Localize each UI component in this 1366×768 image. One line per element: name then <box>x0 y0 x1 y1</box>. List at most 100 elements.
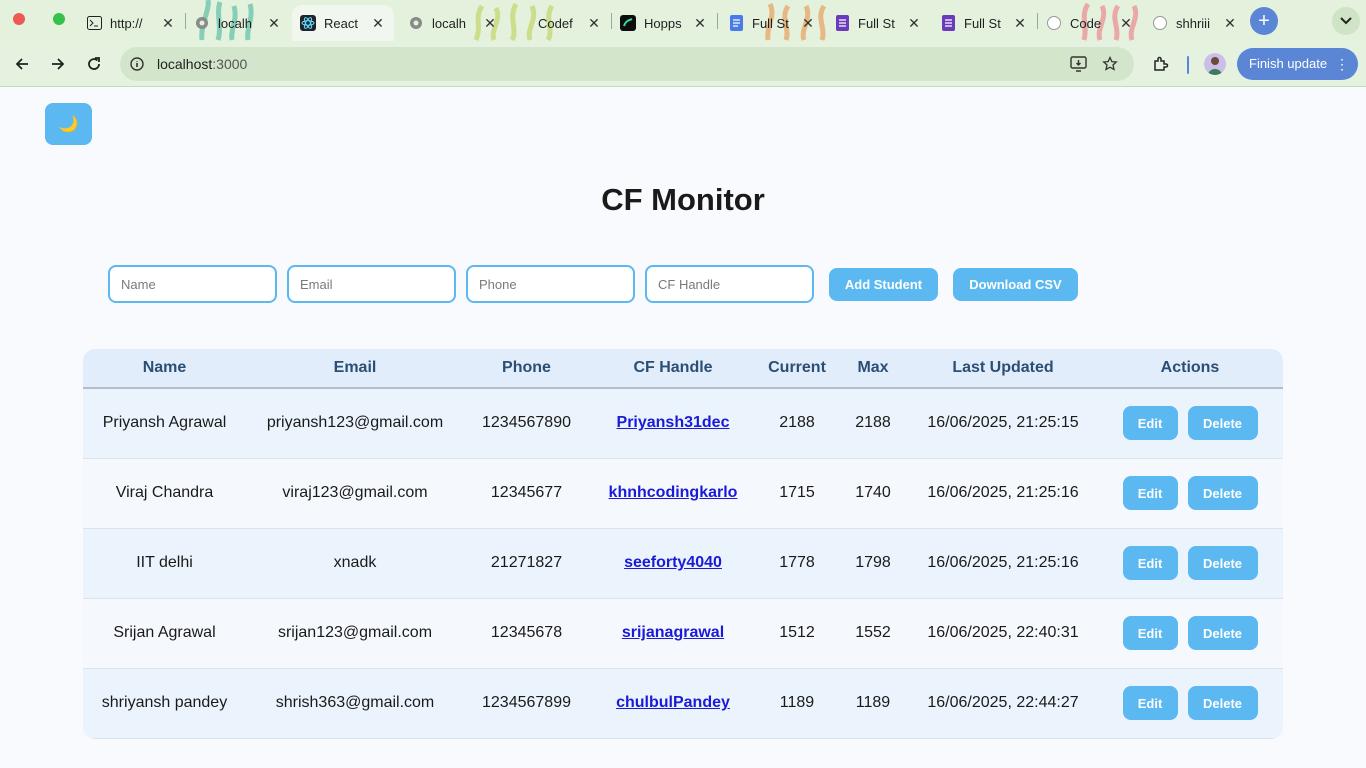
browser-tab[interactable]: Full St ✕ <box>720 5 824 41</box>
forms-icon <box>940 15 956 31</box>
cell-name: Srijan Agrawal <box>113 624 216 641</box>
cell-cf-handle: srijanagrawal <box>589 598 757 668</box>
close-icon[interactable]: ✕ <box>1012 15 1028 31</box>
install-app-icon[interactable] <box>1070 56 1088 72</box>
tab-title: shhriii <box>1176 15 1210 31</box>
cell-max-rating: 1740 <box>855 484 891 501</box>
edit-button[interactable]: Edit <box>1122 406 1178 441</box>
info-icon[interactable] <box>130 57 144 71</box>
edit-button[interactable]: Edit <box>1122 476 1178 510</box>
forward-button[interactable] <box>46 52 70 76</box>
table-row: Priyansh Agrawal priyansh123@gmail.com 1… <box>83 388 1283 458</box>
delete-button[interactable]: Delete <box>1187 476 1258 510</box>
browser-tab[interactable]: localh ✕ <box>186 5 290 41</box>
arrow-right-icon <box>52 58 65 70</box>
tab-search-button[interactable] <box>1332 7 1360 35</box>
browser-tab[interactable]: Code ✕ <box>1038 5 1142 41</box>
cf-handle-link[interactable]: Priyansh31dec <box>617 414 730 431</box>
table-header-row: Name Email Phone CF Handle Current Max L… <box>83 349 1283 388</box>
table-row: Viraj Chandra viraj123@gmail.com 1234567… <box>83 458 1283 528</box>
column-header-phone: Phone <box>502 359 551 376</box>
browser-tab[interactable]: Full St ✕ <box>932 5 1036 41</box>
browser-tab-active[interactable]: React ✕ <box>292 5 394 41</box>
page-title: CF Monitor <box>601 182 765 217</box>
tab-title: http:// <box>110 15 143 31</box>
moon-icon: 🌙 <box>58 116 79 133</box>
edit-button[interactable]: Edit <box>1122 546 1178 580</box>
tab-title: Code <box>1070 15 1102 31</box>
cell-phone: 12345677 <box>490 484 563 501</box>
bookmark-star-icon[interactable] <box>1102 56 1118 72</box>
finish-update-button[interactable]: Finish update ⋮ <box>1237 48 1358 80</box>
globe-icon <box>408 15 424 31</box>
tab-title: React <box>324 15 358 31</box>
avatar[interactable] <box>1204 53 1226 75</box>
browser-tab[interactable]: localh ✕ <box>400 5 506 41</box>
reload-button[interactable] <box>82 52 106 76</box>
theme-toggle-button[interactable]: 🌙 <box>45 103 92 145</box>
students-table: Name Email Phone CF Handle Current Max L… <box>83 349 1283 739</box>
cell-current-rating: 1189 <box>779 694 815 711</box>
cell-current-rating: 1778 <box>779 554 815 571</box>
browser-tab[interactable]: Full St ✕ <box>826 5 930 41</box>
window-maximize-button[interactable] <box>53 13 65 25</box>
more-vert-icon[interactable]: ⋮ <box>1335 48 1349 80</box>
new-tab-button[interactable]: + <box>1250 7 1278 35</box>
cell-phone: 12345678 <box>490 624 563 641</box>
column-header-actions: Actions <box>1160 359 1220 376</box>
cell-current-rating: 2188 <box>779 414 815 432</box>
table-row: shriyansh pandey shrish363@gmail.com 123… <box>83 668 1283 738</box>
delete-button[interactable]: Delete <box>1187 616 1258 650</box>
cell-email: priyansh123@gmail.com <box>266 414 444 432</box>
cell-phone: 21271827 <box>490 554 563 571</box>
browser-tab[interactable]: http:// ✕ <box>78 5 184 41</box>
cf-handle-link[interactable]: khnhcodingkarlo <box>609 484 738 501</box>
address-bar[interactable]: localhost:3000 <box>120 47 1134 81</box>
column-header-max: Max <box>857 359 889 376</box>
cf-handle-input[interactable] <box>645 265 814 303</box>
close-icon[interactable]: ✕ <box>1118 15 1134 31</box>
window-close-button[interactable] <box>13 13 25 25</box>
delete-button[interactable]: Delete <box>1187 686 1258 720</box>
browser-tab[interactable]: Codef ✕ <box>506 5 610 41</box>
edit-button[interactable]: Edit <box>1122 616 1178 650</box>
cell-name: IIT delhi <box>136 554 193 571</box>
close-icon[interactable]: ✕ <box>692 15 708 31</box>
close-icon[interactable]: ✕ <box>370 15 386 31</box>
delete-button[interactable]: Delete <box>1187 546 1258 580</box>
browser-tab-strip: http:// ✕ localh ✕ React ✕ localh ✕ Code… <box>0 0 1366 41</box>
close-icon[interactable]: ✕ <box>586 15 602 31</box>
close-icon[interactable]: ✕ <box>160 15 176 31</box>
close-icon[interactable]: ✕ <box>1222 15 1238 31</box>
tab-title: Hopps <box>644 15 682 31</box>
delete-button[interactable]: Delete <box>1187 406 1258 441</box>
cell-name: Viraj Chandra <box>115 484 214 501</box>
close-icon[interactable]: ✕ <box>906 15 922 31</box>
cf-handle-link[interactable]: seeforty4040 <box>624 554 722 571</box>
extensions-button[interactable] <box>1149 52 1173 76</box>
download-csv-button[interactable]: Download CSV <box>953 268 1078 301</box>
close-icon[interactable]: ✕ <box>482 15 498 31</box>
cf-handle-link[interactable]: chulbulPandey <box>616 694 730 711</box>
puzzle-icon <box>1154 56 1169 71</box>
cell-email: viraj123@gmail.com <box>282 484 428 501</box>
browser-tab[interactable]: shhriii ✕ <box>1144 5 1246 41</box>
phone-input[interactable] <box>466 265 635 303</box>
cf-handle-link[interactable]: srijanagrawal <box>622 624 724 641</box>
close-icon[interactable]: ✕ <box>266 15 282 31</box>
close-icon[interactable]: ✕ <box>800 15 816 31</box>
browser-tab[interactable]: Hopps ✕ <box>612 5 716 41</box>
students-table-container: Name Email Phone CF Handle Current Max L… <box>83 349 1283 739</box>
cell-cf-handle: Priyansh31dec <box>589 388 757 458</box>
address-url: localhost:3000 <box>157 56 247 72</box>
cell-actions: Edit Delete <box>1097 668 1283 738</box>
cell-last-updated: 16/06/2025, 21:25:16 <box>927 484 1079 501</box>
edit-button[interactable]: Edit <box>1122 686 1178 720</box>
email-input[interactable] <box>287 265 456 303</box>
name-input[interactable] <box>108 265 277 303</box>
back-button[interactable] <box>10 52 34 76</box>
column-header-last-updated: Last Updated <box>952 359 1054 376</box>
cell-actions: Edit Delete <box>1097 388 1283 458</box>
add-student-button[interactable]: Add Student <box>829 268 938 301</box>
cell-max-rating: 1798 <box>855 554 891 571</box>
